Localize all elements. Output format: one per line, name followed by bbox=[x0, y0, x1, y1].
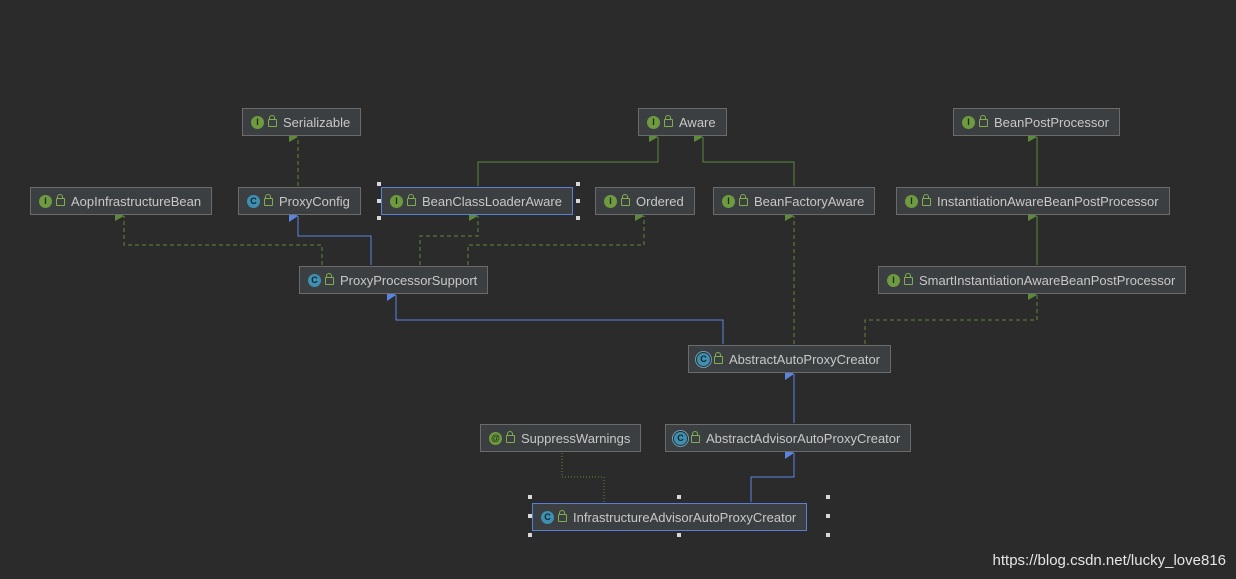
interface-icon: I bbox=[390, 194, 403, 208]
interface-icon: I bbox=[251, 115, 264, 129]
selection-handle[interactable] bbox=[576, 182, 580, 186]
edge-beanclassloaderaware-aware bbox=[477, 132, 659, 186]
lock-icon bbox=[407, 194, 416, 206]
abstract-class-icon: C bbox=[674, 431, 687, 445]
lock-icon bbox=[739, 194, 748, 206]
node-abstract-advisor-auto-proxy-creator[interactable]: C AbstractAdvisorAutoProxyCreator bbox=[665, 424, 912, 452]
node-label: BeanPostProcessor bbox=[994, 114, 1109, 130]
selection-handle[interactable] bbox=[528, 495, 532, 499]
node-aware[interactable]: I Aware bbox=[638, 108, 727, 136]
edge-pps-proxyconfig bbox=[289, 210, 372, 265]
edge-pps-ordered bbox=[467, 211, 645, 265]
node-label: SuppressWarnings bbox=[521, 430, 631, 446]
lock-icon bbox=[621, 194, 630, 206]
class-icon: C bbox=[247, 194, 260, 208]
node-proxy-processor-support[interactable]: C ProxyProcessorSupport bbox=[299, 266, 489, 294]
selection-handle[interactable] bbox=[826, 495, 830, 499]
annotation-icon: @ bbox=[489, 431, 502, 445]
node-smart-instantiation-aware-bpp[interactable]: I SmartInstantiationAwareBeanPostProcess… bbox=[878, 266, 1187, 294]
selection-handle[interactable] bbox=[377, 199, 381, 203]
selection-handle[interactable] bbox=[576, 216, 580, 220]
interface-icon: I bbox=[905, 194, 918, 208]
lock-icon bbox=[979, 115, 988, 127]
node-bean-factory-aware[interactable]: I BeanFactoryAware bbox=[713, 187, 876, 215]
node-label: AbstractAutoProxyCreator bbox=[729, 351, 881, 367]
selection-handle[interactable] bbox=[826, 514, 830, 518]
class-icon: C bbox=[541, 510, 554, 524]
abstract-class-icon: C bbox=[697, 352, 710, 366]
selection-handle[interactable] bbox=[677, 495, 681, 499]
lock-icon bbox=[691, 431, 700, 443]
interface-icon: I bbox=[887, 273, 900, 287]
node-label: SmartInstantiationAwareBeanPostProcessor bbox=[919, 272, 1176, 288]
lock-icon bbox=[664, 115, 673, 127]
node-label: InfrastructureAdvisorAutoProxyCreator bbox=[573, 509, 797, 525]
node-label: ProxyConfig bbox=[279, 193, 350, 209]
class-icon: C bbox=[308, 273, 321, 287]
edge-pps-aopinfra bbox=[115, 211, 323, 265]
edge-aapc-siabpp bbox=[864, 290, 1038, 344]
lock-icon bbox=[558, 510, 567, 522]
lock-icon bbox=[506, 431, 515, 443]
node-label: AopInfrastructureBean bbox=[71, 193, 202, 209]
lock-icon bbox=[325, 273, 334, 285]
edge-aapc-pps bbox=[387, 289, 724, 344]
node-abstract-auto-proxy-creator[interactable]: C AbstractAutoProxyCreator bbox=[688, 345, 892, 373]
node-infrastructure-advisor-auto-proxy-creator[interactable]: C InfrastructureAdvisorAutoProxyCreator bbox=[532, 503, 808, 531]
node-label: InstantiationAwareBeanPostProcessor bbox=[937, 193, 1159, 209]
node-label: Aware bbox=[679, 114, 716, 130]
node-label: Ordered bbox=[636, 193, 684, 209]
node-ordered[interactable]: I Ordered bbox=[595, 187, 695, 215]
selection-handle[interactable] bbox=[677, 533, 681, 537]
node-label: AbstractAdvisorAutoProxyCreator bbox=[706, 430, 901, 446]
node-label: BeanFactoryAware bbox=[754, 193, 865, 209]
edge-beanfactoryaware-aware bbox=[694, 132, 795, 186]
lock-icon bbox=[268, 115, 277, 127]
node-bean-post-processor[interactable]: I BeanPostProcessor bbox=[953, 108, 1120, 136]
selection-handle[interactable] bbox=[826, 533, 830, 537]
lock-icon bbox=[56, 194, 65, 206]
node-aop-infrastructure-bean[interactable]: I AopInfrastructureBean bbox=[30, 187, 213, 215]
edge-pps-bcla bbox=[419, 211, 479, 265]
node-label: BeanClassLoaderAware bbox=[422, 193, 562, 209]
lock-icon bbox=[922, 194, 931, 206]
interface-icon: I bbox=[962, 115, 975, 129]
edge-iaapc-aaapc bbox=[750, 447, 795, 502]
lock-icon bbox=[904, 273, 913, 285]
node-serializable[interactable]: I Serializable bbox=[242, 108, 362, 136]
node-proxy-config[interactable]: C ProxyConfig bbox=[238, 187, 361, 215]
node-bean-class-loader-aware[interactable]: I BeanClassLoaderAware bbox=[381, 187, 573, 215]
interface-icon: I bbox=[647, 115, 660, 129]
interface-icon: I bbox=[39, 194, 52, 208]
node-suppress-warnings[interactable]: @ SuppressWarnings bbox=[480, 424, 642, 452]
selection-handle[interactable] bbox=[528, 514, 532, 518]
selection-handle[interactable] bbox=[528, 533, 532, 537]
interface-icon: I bbox=[604, 194, 617, 208]
node-instantiation-aware-bpp[interactable]: I InstantiationAwareBeanPostProcessor bbox=[896, 187, 1170, 215]
interface-icon: I bbox=[722, 194, 735, 208]
lock-icon bbox=[714, 352, 723, 364]
watermark: https://blog.csdn.net/lucky_love816 bbox=[992, 552, 1226, 569]
lock-icon bbox=[264, 194, 273, 206]
node-label: Serializable bbox=[283, 114, 351, 130]
selection-handle[interactable] bbox=[377, 216, 381, 220]
node-label: ProxyProcessorSupport bbox=[340, 272, 478, 288]
edge-iaapc-suppresswarnings bbox=[561, 453, 605, 502]
selection-handle[interactable] bbox=[377, 182, 381, 186]
selection-handle[interactable] bbox=[576, 199, 580, 203]
